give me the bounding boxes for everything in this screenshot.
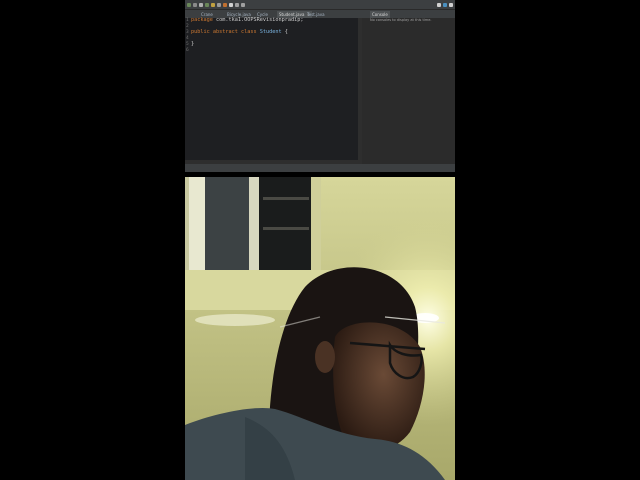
line-number: 2 xyxy=(186,24,189,29)
step-icon[interactable] xyxy=(217,2,221,7)
line-number: 5 xyxy=(186,42,189,47)
run-config-icon[interactable] xyxy=(205,2,209,7)
settings-icon[interactable] xyxy=(449,2,453,7)
line-number: 6 xyxy=(186,48,189,53)
stop-icon[interactable] xyxy=(211,2,215,7)
tab-test[interactable]: Test.java xyxy=(305,11,327,18)
console-panel: No consoles to display at this time. xyxy=(368,18,455,164)
code-line-class-decl: public abstract class Student { xyxy=(191,29,288,35)
webcam-image xyxy=(185,177,455,480)
build-icon[interactable] xyxy=(199,2,203,7)
line-number: 1 xyxy=(186,18,189,23)
code-editor[interactable]: 1 2 3 4 5 6 package com.tka1.OOPSRevisio… xyxy=(185,17,362,164)
line-number: 4 xyxy=(186,36,189,41)
webcam-feed xyxy=(185,177,455,480)
code-line-close-brace: } xyxy=(191,41,195,47)
run-icon[interactable] xyxy=(187,2,191,7)
line-number-gutter: 1 2 3 4 5 6 xyxy=(185,18,190,164)
console-message: No consoles to display at this time. xyxy=(370,18,432,22)
nav-forward-icon[interactable] xyxy=(241,2,245,7)
tab-console[interactable]: Console xyxy=(370,11,390,18)
ide-toolbar xyxy=(185,0,455,9)
package-icon[interactable] xyxy=(223,2,227,7)
code-line-package: package com.tka1.OOPSRevisionpradip; xyxy=(191,17,304,23)
search-icon[interactable] xyxy=(229,2,233,7)
perspective-icon[interactable] xyxy=(437,2,441,7)
status-bar xyxy=(185,164,455,172)
line-number: 3 xyxy=(186,30,189,35)
ide-window: Crane Bicycle.java Cycle Student.java × T… xyxy=(185,0,455,172)
debug-icon[interactable] xyxy=(193,2,197,7)
nav-back-icon[interactable] xyxy=(235,2,239,7)
java-perspective-icon[interactable] xyxy=(443,2,447,7)
